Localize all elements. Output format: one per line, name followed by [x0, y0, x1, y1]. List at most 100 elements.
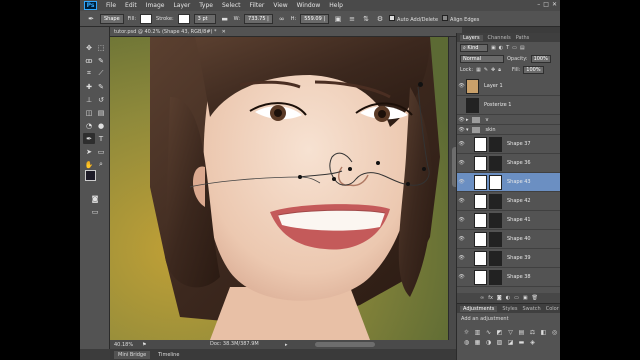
tab-layers[interactable]: Layers — [460, 34, 483, 41]
history-brush-tool-icon[interactable]: ↺ — [95, 94, 107, 105]
menu-image[interactable]: Image — [146, 2, 165, 9]
height-field[interactable]: 559.09 | — [300, 13, 330, 24]
foreground-color-swatch[interactable] — [85, 170, 96, 181]
eye-icon[interactable]: 👁︎ — [457, 117, 466, 123]
filter-pixel-icon[interactable]: ▣ — [491, 45, 496, 51]
new-group-icon[interactable]: ▭ — [514, 295, 519, 301]
delete-layer-icon[interactable]: 🗑︎ — [532, 295, 538, 301]
shape-tool-icon[interactable]: ▭ — [95, 146, 107, 157]
vibrance-icon[interactable]: ▽ — [506, 328, 515, 336]
path-alignment-icon[interactable]: ≡ — [347, 14, 357, 24]
curves-icon[interactable]: ∿ — [484, 328, 493, 336]
new-adjustment-icon[interactable]: ◐ — [506, 295, 510, 301]
selective-color-icon[interactable]: ◈ — [528, 338, 537, 346]
tab-adjustments[interactable]: Adjustments — [460, 305, 498, 312]
pen-tool-icon[interactable]: ✒ — [83, 133, 95, 144]
close-icon[interactable]: ✕ — [222, 29, 226, 35]
align-edges-checkbox[interactable]: Align Edges — [442, 14, 479, 23]
maximize-icon[interactable]: □ — [543, 1, 549, 8]
tab-channels[interactable]: Channels — [488, 35, 511, 41]
layer-row[interactable]: 👁︎ Shape 41 — [457, 211, 560, 230]
layer-row[interactable]: Posterize 1 — [457, 96, 560, 115]
marquee-tool-icon[interactable]: ⬚ — [95, 42, 107, 53]
zoom-level[interactable]: 40.18% — [110, 342, 142, 348]
color-balance-icon[interactable]: ⚖ — [528, 328, 537, 336]
menu-select[interactable]: Select — [222, 2, 241, 9]
document-tab[interactable]: tutor.psd @ 40.2% (Shape 43, RGB/8#) * ✕ — [110, 27, 462, 37]
layer-row[interactable]: 👁︎ Shape 39 — [457, 249, 560, 268]
menu-file[interactable]: File — [106, 2, 116, 9]
anchor-point[interactable] — [418, 82, 423, 87]
anchor-point[interactable] — [422, 167, 426, 171]
hue-saturation-icon[interactable]: ▤ — [517, 328, 526, 336]
gradient-tool-icon[interactable]: ▤ — [95, 107, 107, 118]
eye-icon[interactable]: 👁︎ — [457, 274, 466, 280]
eyedropper-tool-icon[interactable]: ⟋ — [95, 68, 107, 79]
pen-tool-icon[interactable]: ✒ — [86, 14, 96, 24]
layer-group-row[interactable]: 👁︎ ▾ skin — [457, 125, 560, 135]
black-white-icon[interactable]: ◧ — [539, 328, 548, 336]
tool-mode-select[interactable]: Shape — [100, 13, 124, 24]
anchor-point[interactable] — [376, 161, 380, 165]
menu-window[interactable]: Window — [297, 2, 321, 9]
blur-tool-icon[interactable]: ◔ — [83, 120, 95, 131]
link-layers-icon[interactable]: ∞ — [480, 295, 484, 301]
lock-transparency-icon[interactable]: ▦ — [476, 67, 481, 73]
layer-row[interactable]: 👁︎ Shape 38 — [457, 268, 560, 287]
collapse-arrow-icon[interactable]: ▾ — [466, 127, 469, 133]
anchor-point[interactable] — [406, 182, 410, 186]
stroke-width-field[interactable]: 3 pt — [193, 13, 216, 24]
filter-shape-icon[interactable]: ▭ — [512, 45, 517, 51]
layer-row[interactable]: 👁︎ Shape 42 — [457, 192, 560, 211]
tab-timeline[interactable]: Timeline — [158, 352, 179, 358]
anchor-point[interactable] — [348, 167, 352, 171]
eye-icon[interactable]: 👁︎ — [457, 83, 466, 89]
invert-icon[interactable]: ◑ — [484, 338, 493, 346]
close-icon[interactable]: ✕ — [552, 1, 557, 8]
path-selection-tool-icon[interactable]: ➤ — [83, 146, 95, 157]
zoom-tool-icon[interactable]: ⌕ — [95, 159, 107, 170]
expand-arrow-icon[interactable]: ▸ — [466, 117, 469, 123]
layer-style-icon[interactable]: fx — [488, 295, 493, 301]
channel-mixer-icon[interactable]: ◍ — [462, 338, 471, 346]
hand-tool-icon[interactable]: ✋ — [83, 159, 95, 170]
tab-color[interactable]: Color — [546, 306, 559, 312]
color-lookup-icon[interactable]: ▦ — [473, 338, 482, 346]
type-tool-icon[interactable]: T — [95, 133, 107, 144]
horizontal-scroll-thumb[interactable] — [315, 342, 375, 347]
eye-icon[interactable]: 👁︎ — [457, 179, 466, 185]
tab-paths[interactable]: Paths — [516, 35, 530, 41]
posterize-icon[interactable]: ▨ — [495, 338, 504, 346]
eraser-tool-icon[interactable]: ◫ — [83, 107, 95, 118]
blend-mode-select[interactable]: Normal — [460, 54, 504, 63]
layer-row[interactable]: 👁︎ Shape 37 — [457, 135, 560, 154]
layer-row[interactable]: 👁︎ Shape 40 — [457, 230, 560, 249]
menu-view[interactable]: View — [273, 2, 287, 9]
auto-add-delete-checkbox[interactable]: Auto Add/Delete — [389, 14, 438, 23]
eye-icon[interactable]: 👁︎ — [457, 127, 466, 133]
screen-mode-icon[interactable]: ▭ — [89, 206, 101, 217]
menu-filter[interactable]: Filter — [250, 2, 265, 9]
quick-select-tool-icon[interactable]: ✎ — [95, 55, 107, 66]
move-tool-icon[interactable]: ✥ — [83, 42, 95, 53]
lock-all-icon[interactable]: 🔒︎ — [498, 67, 501, 73]
gear-icon[interactable]: ⚙ — [375, 14, 385, 24]
filter-adjustment-icon[interactable]: ◐ — [499, 45, 503, 51]
anchor-point[interactable] — [332, 177, 336, 181]
layer-group-row[interactable]: 👁︎ ▸ v — [457, 115, 560, 125]
filter-smart-icon[interactable]: ▤ — [520, 45, 525, 51]
add-mask-icon[interactable]: ◙ — [497, 295, 502, 301]
stroke-swatch[interactable] — [177, 13, 190, 24]
exposure-icon[interactable]: ◩ — [495, 328, 504, 336]
brightness-contrast-icon[interactable]: ☼ — [462, 328, 471, 336]
lock-pixels-icon[interactable]: ✎ — [484, 67, 488, 73]
link-icon[interactable]: ∞ — [277, 14, 287, 24]
width-field[interactable]: 733.75 | — [244, 13, 273, 24]
eye-icon[interactable]: 👁︎ — [457, 255, 466, 261]
path-arrangement-icon[interactable]: ⇅ — [361, 14, 371, 24]
tab-styles[interactable]: Styles — [502, 306, 517, 312]
clone-stamp-tool-icon[interactable]: ⊥ — [83, 94, 95, 105]
new-layer-icon[interactable]: ▣ — [523, 295, 528, 301]
layer-row[interactable]: 👁︎ Shape 36 — [457, 154, 560, 173]
brush-tool-icon[interactable]: ✎ — [95, 81, 107, 92]
